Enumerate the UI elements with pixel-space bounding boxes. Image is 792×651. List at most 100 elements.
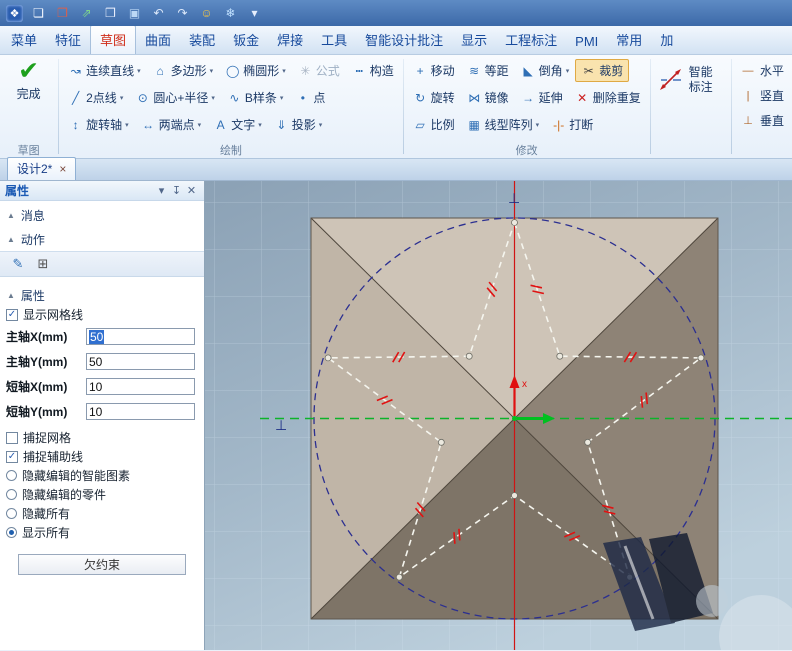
vertex-handle[interactable] — [395, 573, 403, 581]
menu-tab-sheetmetal[interactable]: 钣金 — [224, 26, 268, 54]
radio-selected-icon[interactable] — [6, 527, 17, 538]
panel-close-icon[interactable]: ✕ — [184, 184, 199, 197]
draw-polygon-button[interactable]: ⌂ 多边形 ▾ — [147, 59, 220, 82]
draw-construction-button[interactable]: ┅ 构造 — [346, 59, 400, 82]
modify-offset-button[interactable]: ≋ 等距 — [461, 59, 515, 82]
edit-table-icon[interactable]: ⊞ — [33, 254, 53, 274]
vertex-handle[interactable] — [437, 438, 445, 446]
minor-axis-x-input[interactable] — [86, 378, 195, 395]
dropdown-caret-icon[interactable]: ▾ — [536, 121, 540, 129]
radio-icon[interactable] — [6, 489, 17, 500]
radio-icon[interactable] — [6, 508, 17, 519]
modify-rotate-button[interactable]: ↻ 旋转 — [407, 86, 461, 109]
tab-close-icon[interactable]: × — [59, 162, 66, 176]
radio-hide-edited-parts[interactable]: 隐藏编辑的零件 — [0, 485, 204, 504]
perpendicular-constraint-left[interactable]: ⊥ — [275, 417, 287, 433]
dropdown-caret-icon[interactable]: ▾ — [280, 94, 284, 102]
modify-chamfer-button[interactable]: ◣ 倒角 ▾ — [515, 59, 576, 82]
modify-break-button[interactable]: -|- 打断 — [545, 113, 599, 136]
perpendicular-constraint-top[interactable]: ⊥ — [508, 190, 520, 206]
checkbox-snap-grid[interactable]: 捕捉网格 — [0, 428, 204, 447]
menu-tab-welding[interactable]: 焊接 — [268, 26, 312, 54]
snap-settings-icon[interactable]: ❄ — [222, 5, 239, 22]
radio-hide-all[interactable]: 隐藏所有 — [0, 504, 204, 523]
constraint-perpendicular-button[interactable]: ⊥ 垂直 — [735, 108, 790, 133]
smart-dimension-button[interactable]: 智能标注 — [654, 57, 729, 103]
major-axis-y-input[interactable] — [86, 353, 195, 370]
vertex-handle[interactable] — [465, 352, 473, 360]
dropdown-caret-icon[interactable]: ▾ — [566, 67, 570, 75]
dropdown-caret-icon[interactable]: ▾ — [319, 121, 323, 129]
dropdown-caret-icon[interactable]: ▾ — [137, 67, 141, 75]
checkbox-show-grid[interactable]: ✓ 显示网格线 — [0, 305, 204, 324]
radio-hide-smart-elements[interactable]: 隐藏编辑的智能图素 — [0, 466, 204, 485]
draw-two-point-line-button[interactable]: ╱ 2点线 ▾ — [62, 86, 129, 109]
vertex-handle[interactable] — [511, 219, 518, 226]
document-tab-design2[interactable]: 设计2* × — [7, 157, 77, 180]
app-logo-icon[interactable]: ❖ — [6, 4, 23, 22]
underconstrained-button[interactable]: 欠约束 — [18, 554, 186, 575]
constraint-horizontal-button[interactable]: — 水平 — [735, 58, 790, 83]
menu-tab-smart-annotation[interactable]: 智能设计批注 — [356, 26, 452, 54]
vertex-handle[interactable] — [584, 438, 592, 446]
sketch-viewport[interactable]: ⊥ ⊥ x — [205, 181, 792, 650]
draw-text-button[interactable]: A 文字 ▾ — [207, 113, 268, 136]
minor-axis-y-input[interactable] — [86, 403, 195, 420]
save-icon[interactable]: ▣ — [126, 5, 143, 22]
edit-sketch-icon[interactable]: ✎ — [8, 254, 28, 274]
dropdown-caret-icon[interactable]: ▾ — [198, 121, 202, 129]
menu-tab-engineering-dim[interactable]: 工程标注 — [496, 26, 566, 54]
menu-tab-features[interactable]: 特征 — [46, 26, 90, 54]
section-actions[interactable]: ▲ 动作 — [0, 229, 204, 249]
menu-tab-menu[interactable]: 菜单 — [2, 26, 46, 54]
draw-two-endpoints-button[interactable]: ↔ 两端点 ▾ — [135, 113, 208, 136]
modify-linear-pattern-button[interactable]: ▦ 线型阵列 ▾ — [461, 113, 546, 136]
menu-tab-surface[interactable]: 曲面 — [136, 26, 180, 54]
dropdown-caret-icon[interactable]: ▾ — [120, 94, 124, 102]
constraint-vertical-button[interactable]: | 竖直 — [735, 83, 790, 108]
draw-circle-center-radius-button[interactable]: ⊙ 圆心+半径 ▾ — [129, 86, 221, 109]
menu-tab-pmi[interactable]: PMI — [566, 30, 607, 54]
section-messages[interactable]: ▲ 消息 — [0, 205, 204, 225]
menu-tab-sketch[interactable]: 草图 — [90, 26, 137, 54]
modify-mirror-button[interactable]: ⋈ 镜像 — [461, 86, 515, 109]
modify-extend-button[interactable]: → 延伸 — [515, 86, 569, 109]
checkbox-checked-icon[interactable]: ✓ — [6, 450, 18, 463]
dropdown-caret-icon[interactable]: ▾ — [282, 67, 286, 75]
drawing-sheet-icon[interactable]: ❐ — [54, 5, 71, 22]
major-axis-x-input[interactable]: 50 — [86, 328, 195, 345]
menu-tab-display[interactable]: 显示 — [452, 26, 496, 54]
vertex-handle[interactable] — [511, 492, 518, 499]
modify-trim-button[interactable]: ✂ 裁剪 — [575, 59, 630, 82]
dropdown-caret-icon[interactable]: ▾ — [258, 121, 262, 129]
draw-ellipse-button[interactable]: ◯ 椭圆形 ▾ — [219, 59, 292, 82]
draw-continuous-line-button[interactable]: ↝ 连续直线 ▾ — [62, 59, 147, 82]
modify-move-button[interactable]: + 移动 — [407, 59, 461, 82]
vertex-handle[interactable] — [556, 352, 564, 360]
section-properties[interactable]: ▲ 属性 — [0, 285, 204, 305]
draw-point-button[interactable]: • 点 — [289, 86, 331, 109]
draw-rotation-axis-button[interactable]: ↕ 旋转轴 ▾ — [62, 113, 135, 136]
assistant-icon[interactable]: ☺ — [198, 5, 215, 22]
draw-bspline-button[interactable]: ∿ B样条 ▾ — [221, 86, 290, 109]
radio-show-all[interactable]: 显示所有 — [0, 523, 204, 542]
checkbox-snap-guides[interactable]: ✓ 捕捉辅助线 — [0, 447, 204, 466]
new-file-icon[interactable]: ❏ — [30, 5, 47, 22]
export-icon[interactable]: ⇗ — [78, 5, 95, 22]
draw-projection-button[interactable]: ⇓ 投影 ▾ — [268, 113, 329, 136]
pin-icon[interactable]: ↧ — [169, 184, 184, 197]
menu-tab-tools[interactable]: 工具 — [312, 26, 356, 54]
panel-menu-icon[interactable]: ▾ — [154, 184, 169, 197]
vertex-handle[interactable] — [324, 354, 332, 362]
dropdown-caret-icon[interactable]: ▾ — [125, 121, 129, 129]
dropdown-caret-icon[interactable]: ▾ — [210, 67, 214, 75]
undo-icon[interactable]: ↶ — [150, 5, 167, 22]
modify-scale-button[interactable]: ▱ 比例 — [407, 113, 461, 136]
menu-tab-assembly[interactable]: 装配 — [180, 26, 224, 54]
checkbox-unchecked-icon[interactable] — [6, 431, 18, 444]
import-icon[interactable]: ❒ — [102, 5, 119, 22]
finish-button[interactable]: ✔ 完成 — [17, 57, 41, 102]
radio-icon[interactable] — [6, 470, 17, 481]
quickbar-more-icon[interactable]: ▾ — [246, 5, 263, 22]
dropdown-caret-icon[interactable]: ▾ — [211, 94, 215, 102]
